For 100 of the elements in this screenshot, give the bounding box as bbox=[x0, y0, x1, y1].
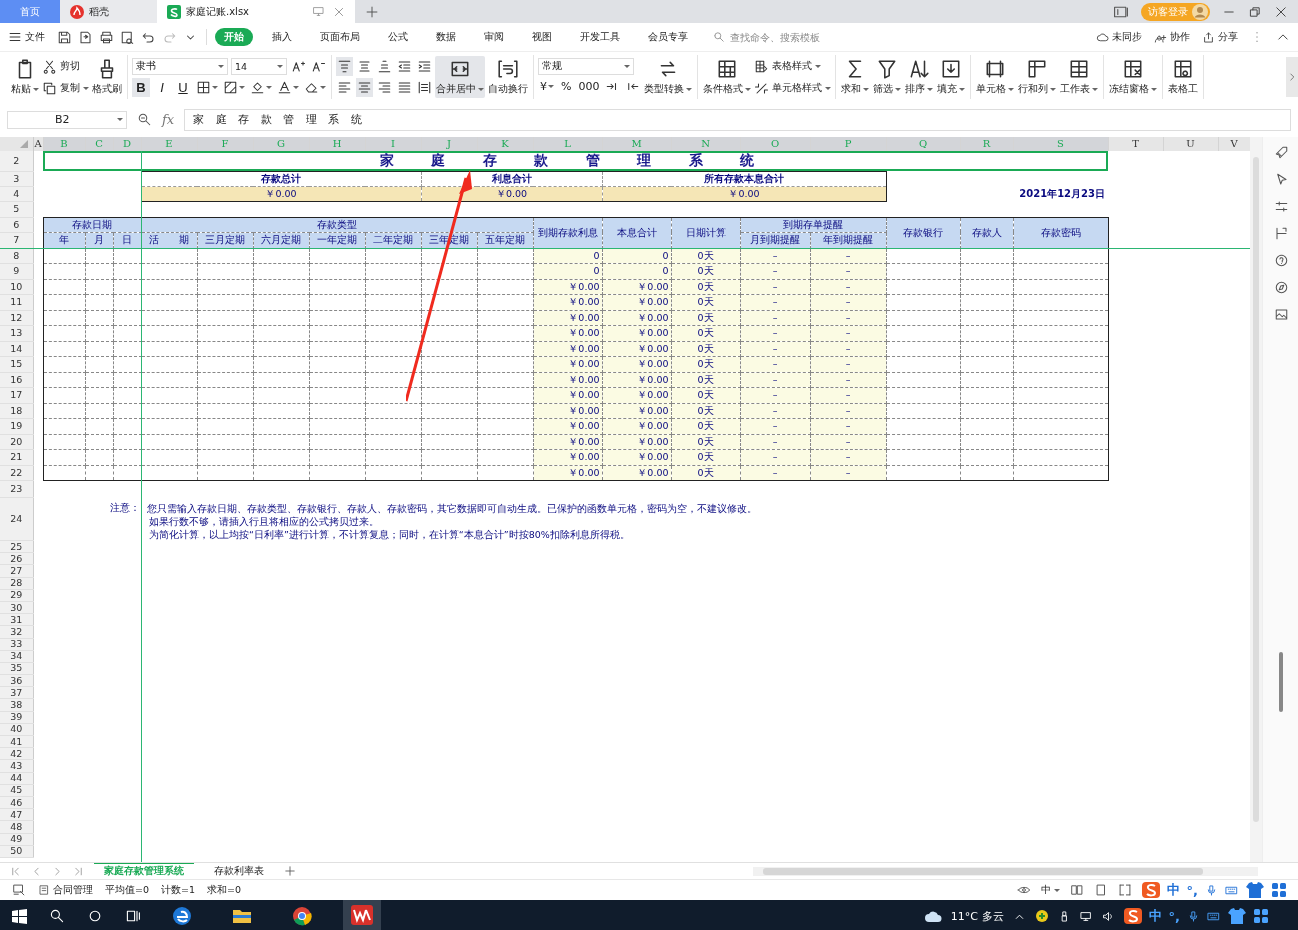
search-field[interactable]: 查找命令、搜索模板 bbox=[713, 30, 842, 44]
ribbon-button[interactable]: 类型转换 bbox=[643, 56, 694, 98]
table-cell: 存款总计 bbox=[141, 171, 421, 186]
input-mode-button[interactable]: 中 bbox=[1040, 883, 1060, 897]
ribbon-button[interactable]: 表格工 bbox=[1167, 56, 1200, 98]
caret-icon bbox=[1050, 88, 1057, 91]
ribbon-button[interactable]: 排序 bbox=[904, 56, 935, 98]
column-header[interactable]: U bbox=[1163, 137, 1218, 151]
restore-icon[interactable] bbox=[1248, 4, 1262, 19]
normal-view-icon[interactable] bbox=[1069, 883, 1084, 897]
ribbon-button[interactable]: 工作表 bbox=[1059, 56, 1100, 98]
ribbon-tab[interactable]: 会员专享 bbox=[639, 28, 697, 46]
close-icon[interactable] bbox=[1274, 4, 1288, 19]
ribbon-button[interactable]: 合并居中 bbox=[435, 56, 485, 98]
ribbon-button[interactable]: 格式刷 bbox=[91, 56, 123, 98]
print-icon[interactable] bbox=[99, 29, 114, 45]
row-number[interactable]: 24 bbox=[0, 497, 33, 541]
status-dot-icon[interactable] bbox=[1034, 909, 1049, 923]
table-cell: ￥0.00 bbox=[602, 372, 671, 388]
vertical-scrollbar[interactable] bbox=[1250, 137, 1262, 862]
ribbon-tab[interactable]: 页面布局 bbox=[311, 28, 369, 46]
cell-style-icon bbox=[754, 80, 770, 96]
ribbon-button[interactable]: 求和 bbox=[840, 56, 871, 98]
ime-toolbar[interactable]: 中 °, bbox=[1123, 907, 1268, 925]
table-cell: ￥0.00 bbox=[141, 186, 421, 201]
ribbon-button[interactable]: 粘贴 bbox=[10, 56, 40, 98]
scroll-handle[interactable] bbox=[1279, 652, 1283, 712]
preview-icon[interactable] bbox=[120, 29, 135, 45]
ribbon-button[interactable]: 单元格样式 bbox=[754, 78, 832, 98]
horizontal-scrollbar[interactable] bbox=[753, 866, 1258, 876]
ribbon-button[interactable]: 条件格式 bbox=[702, 56, 753, 98]
sheet-tab[interactable]: 存款利率表 bbox=[204, 863, 274, 879]
function-button[interactable]: fx bbox=[162, 112, 175, 127]
dropdown-field[interactable]: 常规 bbox=[538, 58, 634, 75]
ribbon-button[interactable]: 表格样式 bbox=[754, 56, 822, 76]
dropdown-field[interactable]: 14 bbox=[231, 58, 287, 75]
name-box[interactable]: B2 bbox=[7, 110, 127, 129]
column-heading: 活 期 bbox=[141, 232, 197, 248]
format-toggle[interactable]: I bbox=[153, 78, 171, 97]
ribbon-tab[interactable]: 审阅 bbox=[475, 28, 513, 46]
sliders-icon[interactable] bbox=[1273, 199, 1289, 214]
search-icon[interactable] bbox=[49, 908, 65, 924]
macro-icon[interactable] bbox=[12, 883, 26, 897]
ribbon-tab[interactable]: 插入 bbox=[263, 28, 301, 46]
column-heading: 存款银行 bbox=[886, 217, 960, 248]
ribbon-button[interactable]: 填充 bbox=[936, 56, 967, 98]
ribbon-tab[interactable]: 数据 bbox=[427, 28, 465, 46]
column-header[interactable]: V bbox=[1218, 137, 1250, 151]
compass-icon[interactable] bbox=[1273, 280, 1289, 295]
ribbon-tab[interactable]: 公式 bbox=[379, 28, 417, 46]
layout-icon[interactable] bbox=[1273, 226, 1289, 241]
toolbar-button[interactable]: 分享 bbox=[1202, 30, 1238, 44]
speaker-icon[interactable] bbox=[1101, 909, 1115, 923]
add-sheet-icon[interactable] bbox=[284, 865, 296, 877]
break-view-icon[interactable] bbox=[1117, 883, 1132, 897]
windows-logo-icon[interactable] bbox=[12, 908, 27, 924]
ribbon-button[interactable]: 行和列 bbox=[1017, 56, 1058, 98]
row-number[interactable]: 2 bbox=[0, 151, 33, 171]
ribbon-tab[interactable]: 开发工具 bbox=[571, 28, 629, 46]
ribbon-button[interactable]: 复制 bbox=[42, 78, 89, 98]
table-cell: – bbox=[810, 418, 886, 434]
export-icon[interactable] bbox=[78, 29, 93, 45]
format-toggle[interactable]: B bbox=[132, 78, 150, 97]
ribbon-button[interactable]: 剪切 bbox=[42, 56, 80, 76]
file-menu[interactable]: 文件 bbox=[8, 30, 45, 44]
save-icon[interactable] bbox=[57, 29, 72, 45]
task-view-icon[interactable] bbox=[125, 908, 141, 924]
ribbon-button[interactable]: ¥ bbox=[538, 77, 556, 96]
column-header[interactable]: T bbox=[1108, 137, 1163, 151]
rocket-icon[interactable] bbox=[1273, 145, 1289, 160]
weather-text[interactable]: 11°C 多云 bbox=[950, 908, 1004, 924]
ribbon-tab[interactable]: 视图 bbox=[523, 28, 561, 46]
status-text: 平均值=0 bbox=[105, 883, 149, 897]
ribbon-button[interactable]: 000 bbox=[576, 77, 602, 96]
network-icon[interactable] bbox=[1079, 909, 1093, 923]
microphone-icon bbox=[1205, 883, 1218, 897]
ribbon-button[interactable]: 冻结窗格 bbox=[1108, 56, 1159, 98]
cloud-icon[interactable] bbox=[923, 909, 942, 923]
format-toggle[interactable]: U bbox=[174, 78, 192, 97]
image-icon[interactable] bbox=[1273, 307, 1289, 322]
ribbon-button[interactable]: 单元格 bbox=[975, 56, 1016, 98]
dropdown-field[interactable]: 隶书 bbox=[132, 58, 228, 75]
table-cell: ￥0.00 bbox=[533, 356, 602, 372]
column-heading: 二年定期 bbox=[365, 232, 421, 248]
formula-field[interactable]: 家 庭 存 款 管 理 系 统 bbox=[184, 108, 1291, 131]
column-header[interactable]: A bbox=[33, 137, 43, 151]
status-button[interactable]: 合同管理 bbox=[38, 883, 93, 897]
taskbar-app[interactable] bbox=[343, 900, 381, 930]
zoom-icon[interactable] bbox=[137, 112, 152, 127]
ime-toolbar[interactable]: 中 °, bbox=[1141, 881, 1286, 899]
toolbar-button[interactable]: 协作 bbox=[1154, 30, 1190, 44]
ime-logo-icon bbox=[1123, 908, 1142, 924]
document-tab[interactable]: 稻壳 bbox=[60, 0, 157, 23]
toolbar-button[interactable]: 未同步 bbox=[1096, 30, 1142, 44]
ime-punctuation: °, bbox=[1186, 882, 1198, 898]
border-icon bbox=[196, 80, 211, 95]
ribbon-button[interactable]: % bbox=[559, 77, 574, 96]
ribbon-button[interactable]: 筛选 bbox=[872, 56, 903, 98]
help-icon[interactable] bbox=[1273, 253, 1289, 268]
ribbon-button[interactable]: 自动换行 bbox=[487, 56, 529, 98]
